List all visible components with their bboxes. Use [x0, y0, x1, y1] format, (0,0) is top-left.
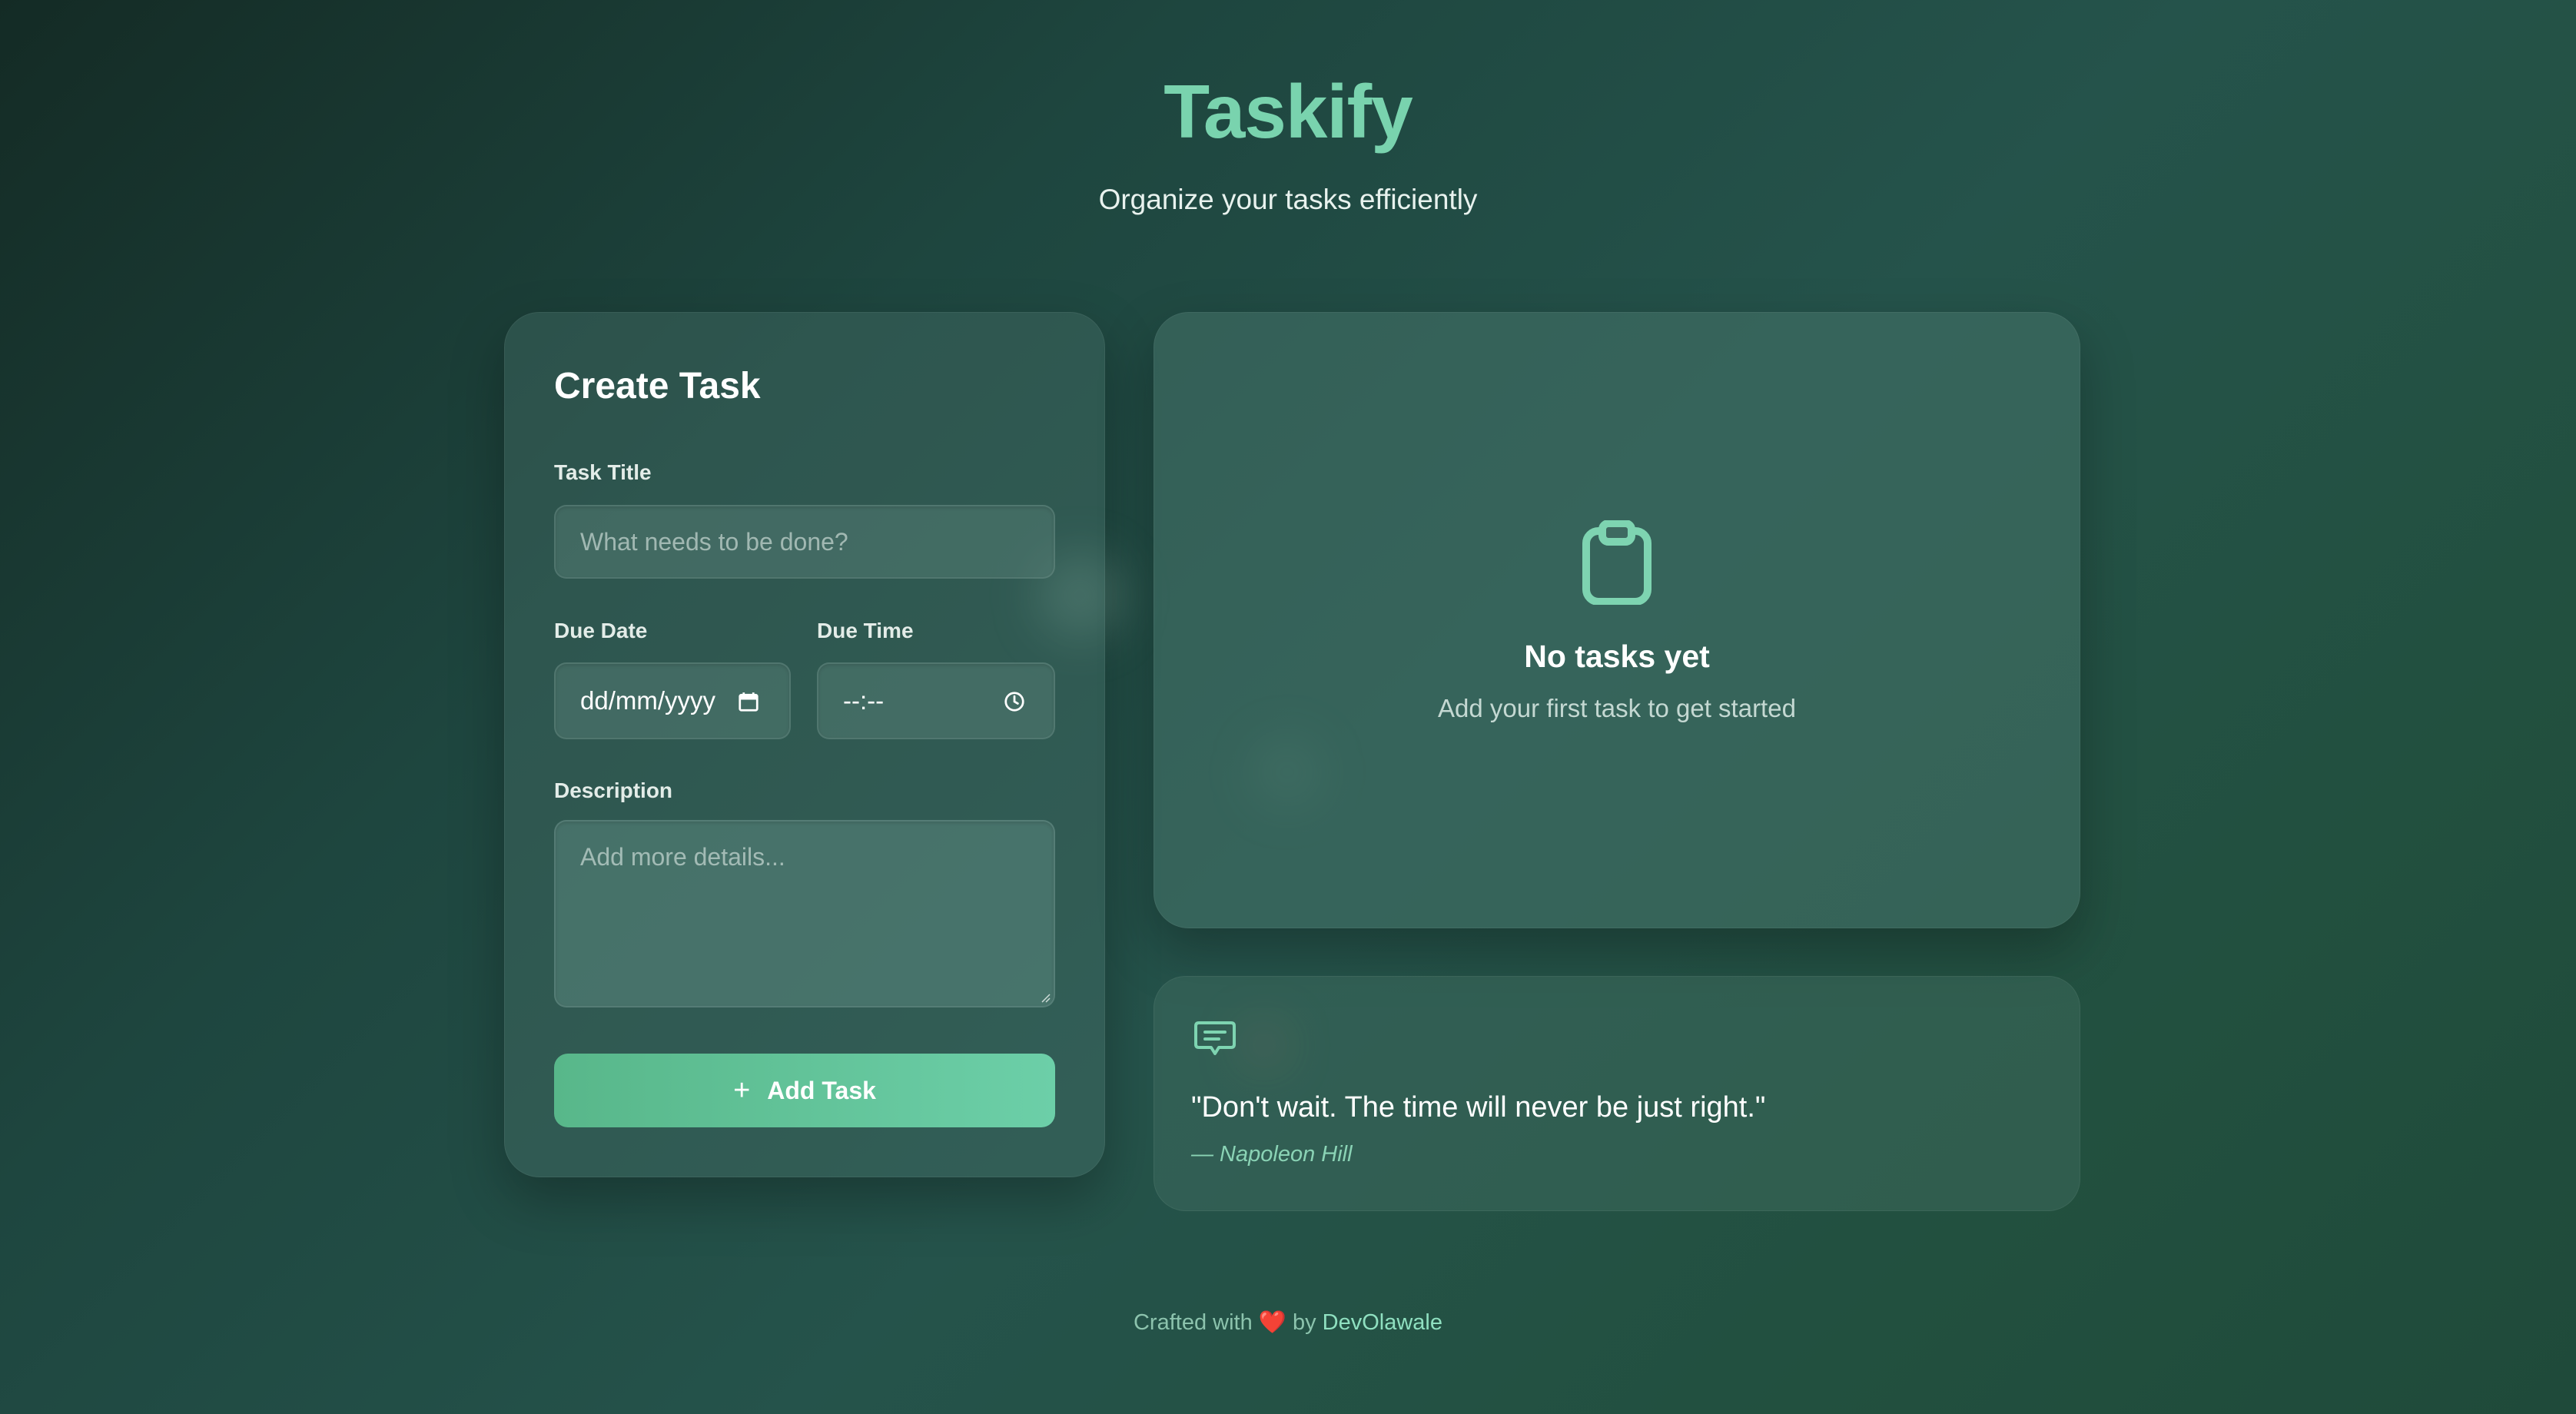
- empty-state-title: No tasks yet: [1524, 639, 1710, 674]
- add-task-button[interactable]: + Add Task: [554, 1054, 1055, 1127]
- due-date-label: Due Date: [554, 619, 648, 642]
- add-task-label: Add Task: [767, 1077, 876, 1104]
- resize-grip-icon[interactable]: [1040, 992, 1051, 1003]
- message-icon: [1194, 1021, 1236, 1055]
- due-time-input[interactable]: --:--: [817, 662, 1055, 739]
- description-placeholder: Add more details...: [580, 843, 785, 871]
- clock-icon[interactable]: [1003, 690, 1026, 713]
- footer-prefix: Crafted with: [1133, 1310, 1253, 1335]
- quote-card: "Don't wait. The time will never be just…: [1154, 976, 2080, 1211]
- app-title: Taskify: [1164, 69, 1412, 154]
- task-title-label: Task Title: [554, 460, 652, 484]
- page-footer: Crafted with ❤️ by DevOlawale: [0, 1308, 2576, 1337]
- clipboard-icon: [1582, 520, 1651, 605]
- quote-text: "Don't wait. The time will never be just…: [1191, 1091, 1766, 1124]
- due-date-value: dd/mm/yyyy: [580, 686, 716, 715]
- footer-by: by: [1292, 1310, 1316, 1335]
- due-time-value: --:--: [843, 686, 885, 715]
- due-date-input[interactable]: dd/mm/yyyy: [554, 662, 791, 739]
- quote-author: — Napoleon Hill: [1191, 1142, 1353, 1167]
- author-link[interactable]: DevOlawale: [1323, 1310, 1442, 1335]
- task-title-placeholder: What needs to be done?: [580, 528, 848, 556]
- task-list-card: No tasks yet Add your first task to get …: [1154, 312, 2080, 928]
- calendar-icon[interactable]: [737, 690, 760, 713]
- empty-state-subtitle: Add your first task to get started: [1438, 694, 1796, 722]
- app-subtitle: Organize your tasks efficiently: [1098, 184, 1478, 215]
- heart-icon: ❤️: [1258, 1310, 1286, 1335]
- page-header: Taskify Organize your tasks efficiently: [0, 61, 2576, 218]
- description-label: Description: [554, 778, 673, 802]
- plus-icon: +: [733, 1074, 751, 1107]
- create-task-card: Create Task Task Title What needs to be …: [504, 312, 1105, 1177]
- create-task-heading: Create Task: [554, 366, 761, 407]
- task-title-input[interactable]: What needs to be done?: [554, 505, 1055, 579]
- empty-state: No tasks yet Add your first task to get …: [1154, 313, 2080, 928]
- description-textarea[interactable]: Add more details...: [554, 820, 1055, 1007]
- due-time-label: Due Time: [817, 619, 914, 642]
